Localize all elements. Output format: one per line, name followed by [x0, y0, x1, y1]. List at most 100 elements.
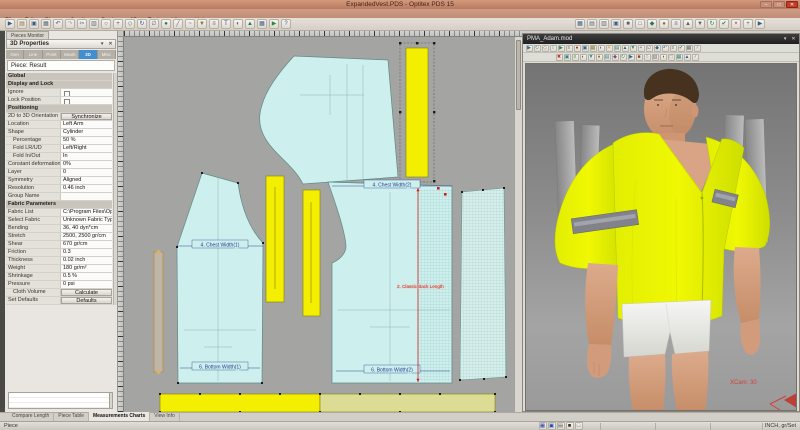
3d-pan-icon[interactable]: ◇: [542, 45, 549, 52]
line-tool-icon[interactable]: ╱: [173, 19, 183, 29]
cascade-windows-icon[interactable]: ▤: [587, 19, 597, 29]
pattern-canvas[interactable]: 4. Chest Width(1) 6. Bottom Width(1): [124, 37, 514, 412]
dim-label-chest-width-1[interactable]: 4. Chest Width(1): [201, 243, 240, 249]
bottom-tab-measurements-charts[interactable]: Measurements Charts: [89, 412, 150, 421]
viewer-3d-titlebar[interactable]: PMA_Adam.mod ▾ ✕: [523, 34, 799, 44]
piece-front-left[interactable]: [177, 173, 263, 383]
workspace-scrollbar[interactable]: [514, 37, 522, 412]
curve-tool-icon[interactable]: ~: [185, 19, 195, 29]
3d-settings-icon[interactable]: ≡: [670, 45, 677, 52]
prop-value-bending[interactable]: 36, 40 dyn*cm: [61, 225, 112, 232]
3d-fabric-icon[interactable]: ▤: [604, 54, 611, 61]
3d-check-icon[interactable]: ✔: [678, 45, 685, 52]
3d-help-icon[interactable]: ?: [694, 45, 701, 52]
prop-value-shape[interactable]: Cylinder: [61, 129, 112, 136]
zoom-tool-icon[interactable]: ○: [101, 19, 111, 29]
panel-pin-button[interactable]: ▾: [99, 40, 106, 49]
viewer-pin-button[interactable]: ▾: [782, 34, 789, 44]
prop-tab-misc[interactable]: Misc: [98, 50, 116, 59]
piece-strip-top[interactable]: [406, 48, 428, 177]
grid-toggle-icon[interactable]: □: [635, 19, 645, 29]
scrollbar-thumb[interactable]: [516, 40, 521, 110]
prop-value-set-defaults[interactable]: Defaults: [61, 297, 112, 304]
status-table-icon[interactable]: ▤: [557, 422, 565, 430]
dim-label-chest-width-2[interactable]: 4. Chest Width(2): [373, 183, 412, 189]
3d-drape-icon[interactable]: ▼: [588, 54, 595, 61]
notch-tool-icon[interactable]: ▼: [197, 19, 207, 29]
viewport-3d[interactable]: XCam: 30: [525, 63, 797, 411]
prop-value-location[interactable]: Left Arm: [61, 121, 112, 128]
prop-tab-gen[interactable]: Gen: [6, 50, 24, 59]
open-file-icon[interactable]: ▤: [17, 19, 27, 29]
3d-simulate-icon[interactable]: ▶: [558, 45, 565, 52]
pattern-workspace-2d[interactable]: 4. Chest Width(1) 6. Bottom Width(1): [118, 31, 522, 412]
3d-measure-icon[interactable]: ∅: [646, 45, 653, 52]
3d-floor-icon[interactable]: □: [668, 54, 675, 61]
3d-place-icon[interactable]: ▣: [564, 54, 571, 61]
window-layout-icon[interactable]: ▦: [575, 19, 585, 29]
up-arrow-icon[interactable]: ▲: [683, 19, 693, 29]
dim-label-back-length[interactable]: 2. Classic Back Length: [397, 284, 444, 289]
prop-value-friction[interactable]: 0.3: [61, 249, 112, 256]
pan-tool-icon[interactable]: ◇: [125, 19, 135, 29]
refresh-icon[interactable]: ↻: [707, 19, 717, 29]
play-icon[interactable]: ▶: [755, 19, 765, 29]
select-tool-icon[interactable]: ▶: [5, 19, 15, 29]
3d-texture-icon[interactable]: ▦: [590, 45, 597, 52]
measure-tool-icon[interactable]: ∅: [149, 19, 159, 29]
viewer-close-button[interactable]: ✕: [790, 34, 797, 44]
3d-anim-icon[interactable]: ▶: [628, 54, 635, 61]
measurement-list-scrollbar[interactable]: [109, 392, 113, 409]
status-lock-icon[interactable]: ■: [566, 422, 574, 430]
3d-info-icon[interactable]: ?: [692, 54, 699, 61]
3d-transparency-icon[interactable]: ◐: [598, 45, 605, 52]
status-grid-icon[interactable]: □: [575, 422, 583, 430]
piece-binding-strip[interactable]: [154, 252, 163, 372]
status-2d-view-icon[interactable]: ▦: [539, 422, 547, 430]
3d-light-icon[interactable]: ☀: [606, 45, 613, 52]
prop-value-2d-to-3d-orientation[interactable]: Synchronize: [61, 113, 112, 120]
prop-value-fold-lr-ud[interactable]: Left/Right: [61, 145, 112, 152]
help-icon[interactable]: ?: [281, 19, 291, 29]
prop-tab-line[interactable]: Line: [24, 50, 42, 59]
3d-color-icon[interactable]: ◆: [612, 54, 619, 61]
prop-value-select-fabric[interactable]: Unknown Fabric Typ: [61, 217, 112, 224]
3d-pin-icon[interactable]: +: [638, 45, 645, 52]
prop-value-ignore[interactable]: [61, 89, 112, 96]
scene-3d[interactable]: XCam: 30: [526, 64, 797, 411]
copy-icon[interactable]: ▥: [89, 19, 99, 29]
close-button[interactable]: ✕: [786, 1, 798, 8]
prop-value-thickness[interactable]: 0.02 inch: [61, 257, 112, 264]
save-file-icon[interactable]: ▣: [29, 19, 39, 29]
3d-sync-icon[interactable]: ↻: [620, 54, 627, 61]
rotate-tool-icon[interactable]: ↻: [137, 19, 147, 29]
3d-camera-icon[interactable]: ◆: [654, 45, 661, 52]
bottom-tab-view-info[interactable]: View Info: [150, 412, 179, 421]
3d-cloth-icon[interactable]: ▼: [630, 45, 637, 52]
properties-panel-titlebar[interactable]: 3D Properties ▾ ✕: [6, 39, 116, 49]
3d-select-icon[interactable]: ▶: [526, 45, 533, 52]
3d-snapshot-icon[interactable]: ▣: [582, 45, 589, 52]
3d-zoom-icon[interactable]: ○: [550, 45, 557, 52]
3d-mesh-icon[interactable]: ▤: [614, 45, 621, 52]
layers-icon[interactable]: ≡: [671, 19, 681, 29]
prop-tab-seam[interactable]: Seam: [61, 50, 79, 59]
piece-waistband-khaki[interactable]: [320, 394, 495, 412]
bottom-tab-compare-length[interactable]: Compare Length: [8, 412, 54, 421]
prop-value-weight[interactable]: 180 gr/m²: [61, 265, 112, 272]
panel-close-button[interactable]: ✕: [107, 40, 114, 49]
delete-icon[interactable]: ×: [731, 19, 741, 29]
prop-value-symmetry[interactable]: Aligned: [61, 177, 112, 184]
grading-tool-icon[interactable]: ▲: [245, 19, 255, 29]
redo-icon[interactable]: ↷: [65, 19, 75, 29]
seam-tool-icon[interactable]: ≡: [209, 19, 219, 29]
3d-close-sim-icon[interactable]: ✖: [556, 54, 563, 61]
check-icon[interactable]: ✔: [719, 19, 729, 29]
simulate-icon[interactable]: ▶: [269, 19, 279, 29]
prop-value-pressure[interactable]: 0 psi: [61, 281, 112, 288]
prop-tab-3d[interactable]: 3D: [79, 50, 97, 59]
add-icon[interactable]: +: [743, 19, 753, 29]
minimize-button[interactable]: –: [760, 1, 772, 8]
3d-fold-icon[interactable]: ◐: [580, 54, 587, 61]
3d-avatar-icon[interactable]: ▲: [622, 45, 629, 52]
